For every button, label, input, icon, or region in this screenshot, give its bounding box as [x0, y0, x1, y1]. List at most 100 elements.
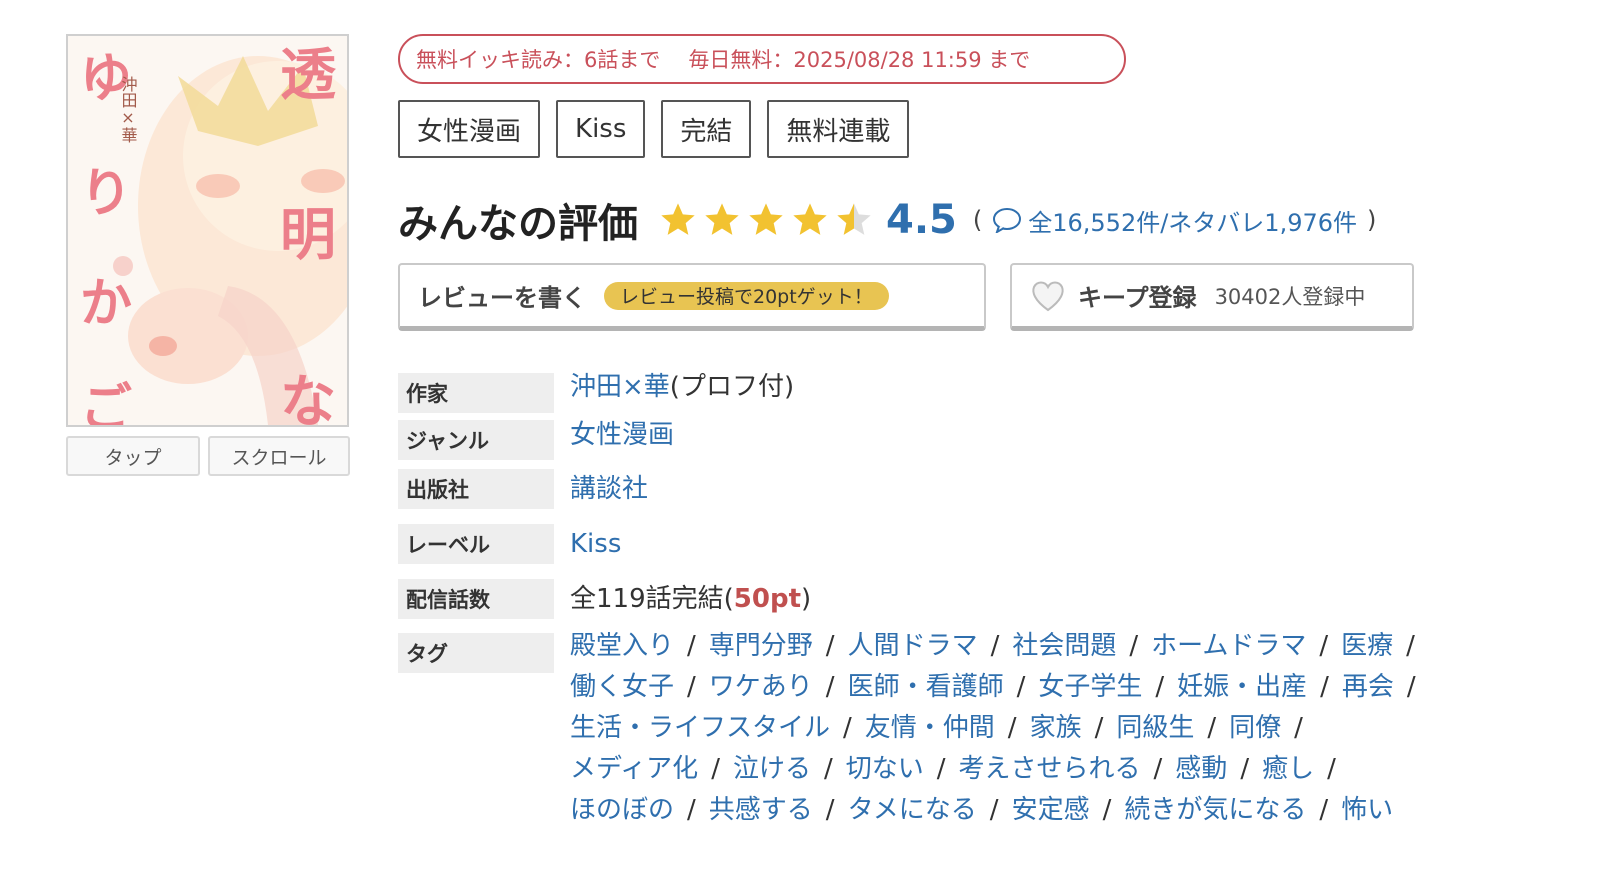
book-cover-image[interactable]: 透 明 な ゆ り か ご 沖田×華 [66, 34, 349, 427]
scroll-button[interactable]: スクロール [208, 436, 350, 476]
author-link[interactable]: 沖田×華 [570, 372, 670, 402]
tag-line: 働く女子 / ワケあり / 医師・看護師 / 女子学生 / 妊娠・出産 / 再会 / [570, 667, 1490, 708]
category-tag-kiss[interactable]: Kiss [556, 100, 646, 158]
review-count: ( 全16,552件/ネタバレ1,976件 ) [973, 203, 1377, 238]
info-row-publisher: 出版社 講談社 [398, 469, 648, 509]
tag-link[interactable]: 友情・仲間 [865, 713, 995, 743]
free-reading-badge: 無料イッキ読み：6話まで 毎日無料：2025/08/28 11:59 まで [398, 34, 1126, 84]
tag-separator: / [711, 754, 720, 784]
cover-title-char: ご [80, 379, 132, 425]
tag-link[interactable]: 切ない [846, 754, 924, 784]
tag-separator: / [825, 631, 835, 661]
tag-separator: / [1406, 631, 1415, 661]
tag-link[interactable]: メディア化 [570, 754, 698, 784]
tag-separator: / [1406, 672, 1416, 702]
tag-link[interactable]: 同僚 [1229, 713, 1281, 743]
tag-separator: / [1327, 754, 1336, 784]
episodes-suffix: ) [801, 584, 812, 614]
cover-author: 沖田×華 [119, 76, 138, 143]
review-bonus-badge: レビュー投稿で20ptゲット！ [604, 281, 889, 310]
tag-link[interactable]: ホームドラマ [1151, 631, 1306, 661]
tag-link[interactable]: 癒し [1262, 754, 1314, 784]
tag-line: ほのぼの / 共感する / タメになる / 安定感 / 続きが気になる / 怖い [570, 790, 1490, 831]
cover-title-char: な [280, 370, 336, 425]
tag-link[interactable]: 医師・看護師 [848, 672, 1004, 702]
category-tag-list: 女性漫画 Kiss 完結 無料連載 [398, 100, 910, 158]
tag-separator: / [990, 631, 1000, 661]
tag-link[interactable]: 妊娠・出産 [1177, 672, 1307, 702]
heart-icon [1032, 281, 1064, 311]
episodes-pt: 50pt [733, 584, 802, 614]
close-paren: ) [1367, 206, 1377, 234]
cover-title-char: 明 [280, 203, 336, 268]
keep-count: 30402人登録中 [1214, 284, 1366, 309]
tag-link[interactable]: 同級生 [1116, 713, 1194, 743]
tag-link[interactable]: 生活・ライフスタイル [570, 713, 830, 743]
tag-separator: / [1319, 795, 1329, 825]
tag-link[interactable]: 考えさせられる [959, 754, 1141, 784]
tag-link[interactable]: 再会 [1342, 672, 1394, 702]
tag-link[interactable]: 働く女子 [570, 672, 674, 702]
info-row-tags: タグ 殿堂入り / 専門分野 / 人間ドラマ / 社会問題 / ホームドラマ / 医療 / 働く女子 / ワ… [398, 631, 1490, 831]
tag-link[interactable]: 共感する [709, 795, 813, 825]
tag-line: 殿堂入り / 専門分野 / 人間ドラマ / 社会問題 / ホームドラマ / 医療 / [570, 626, 1490, 667]
tap-button[interactable]: タップ [66, 436, 200, 476]
info-row-genre: ジャンル 女性漫画 [398, 420, 674, 460]
tag-separator: / [843, 713, 852, 743]
star-icon [661, 203, 695, 235]
free-binge-text: 無料イッキ読み：6話まで [416, 48, 661, 72]
tag-separator: / [1007, 713, 1017, 743]
tag-link[interactable]: 続きが気になる [1124, 795, 1306, 825]
info-row-label: レーベル Kiss [398, 524, 621, 564]
info-label-author: 作家 [398, 373, 554, 413]
category-tag-completed[interactable]: 完結 [661, 100, 752, 158]
cover-title-char: り [80, 164, 132, 224]
tag-link[interactable]: 怖い [1341, 795, 1393, 825]
tag-link[interactable]: 女子学生 [1038, 672, 1142, 702]
info-label-episodes: 配信話数 [398, 579, 554, 619]
tag-link[interactable]: 人間ドラマ [848, 631, 978, 661]
tag-separator: / [1129, 631, 1139, 661]
tag-link[interactable]: 専門分野 [709, 631, 813, 661]
tag-separator: / [687, 672, 696, 702]
tag-link[interactable]: 泣ける [733, 754, 811, 784]
cover-title-char: か [80, 274, 132, 334]
tag-link[interactable]: 家族 [1030, 713, 1082, 743]
tag-separator: / [1240, 754, 1250, 784]
tag-separator: / [1016, 672, 1026, 702]
free-daily-text: 毎日無料：2025/08/28 11:59 まで [688, 48, 1031, 72]
tag-separator: / [825, 672, 835, 702]
tag-separator: / [687, 631, 696, 661]
label-link[interactable]: Kiss [570, 529, 621, 559]
info-row-episodes: 配信話数 全119話完結(50pt) [398, 579, 811, 619]
tag-separator: / [1320, 672, 1329, 702]
info-row-author: 作家 沖田×華(プロフ付) [398, 372, 794, 413]
info-label-tags: タグ [398, 633, 554, 673]
category-tag-womens-manga[interactable]: 女性漫画 [398, 100, 541, 158]
cover-title-char: 透 [280, 43, 336, 108]
tag-separator: / [1207, 713, 1217, 743]
publisher-link[interactable]: 講談社 [570, 474, 648, 504]
comment-icon [993, 208, 1022, 233]
tag-link[interactable]: 医療 [1341, 631, 1393, 661]
tag-list: 殿堂入り / 専門分野 / 人間ドラマ / 社会問題 / ホームドラマ / 医療 / 働く女子 / ワケあり… [570, 626, 1490, 831]
tag-link[interactable]: タメになる [848, 795, 977, 825]
keep-button[interactable]: キープ登録 30402人登録中 [1010, 263, 1414, 331]
tag-link[interactable]: 殿堂入り [570, 631, 674, 661]
write-review-button[interactable]: レビューを書く レビュー投稿で20ptゲット！ [398, 263, 986, 331]
tag-link[interactable]: 社会問題 [1012, 631, 1116, 661]
tag-link[interactable]: 安定感 [1012, 795, 1090, 825]
tag-link[interactable]: ほのぼの [570, 795, 674, 825]
star-rating [658, 200, 874, 240]
tag-separator: / [1319, 631, 1329, 661]
review-count-link[interactable]: 全16,552件/ネタバレ1,976件 [1028, 203, 1357, 238]
tag-link[interactable]: ワケあり [709, 672, 813, 702]
genre-link[interactable]: 女性漫画 [570, 420, 674, 450]
episodes-text: 全119話完結( [570, 584, 734, 614]
star-icon [705, 203, 739, 235]
tag-line: 生活・ライフスタイル / 友情・仲間 / 家族 / 同級生 / 同僚 / [570, 708, 1490, 749]
tag-separator: / [825, 795, 835, 825]
rating-score: 4.5 [886, 197, 957, 243]
category-tag-free-serial[interactable]: 無料連載 [767, 100, 910, 158]
tag-link[interactable]: 感動 [1175, 754, 1227, 784]
